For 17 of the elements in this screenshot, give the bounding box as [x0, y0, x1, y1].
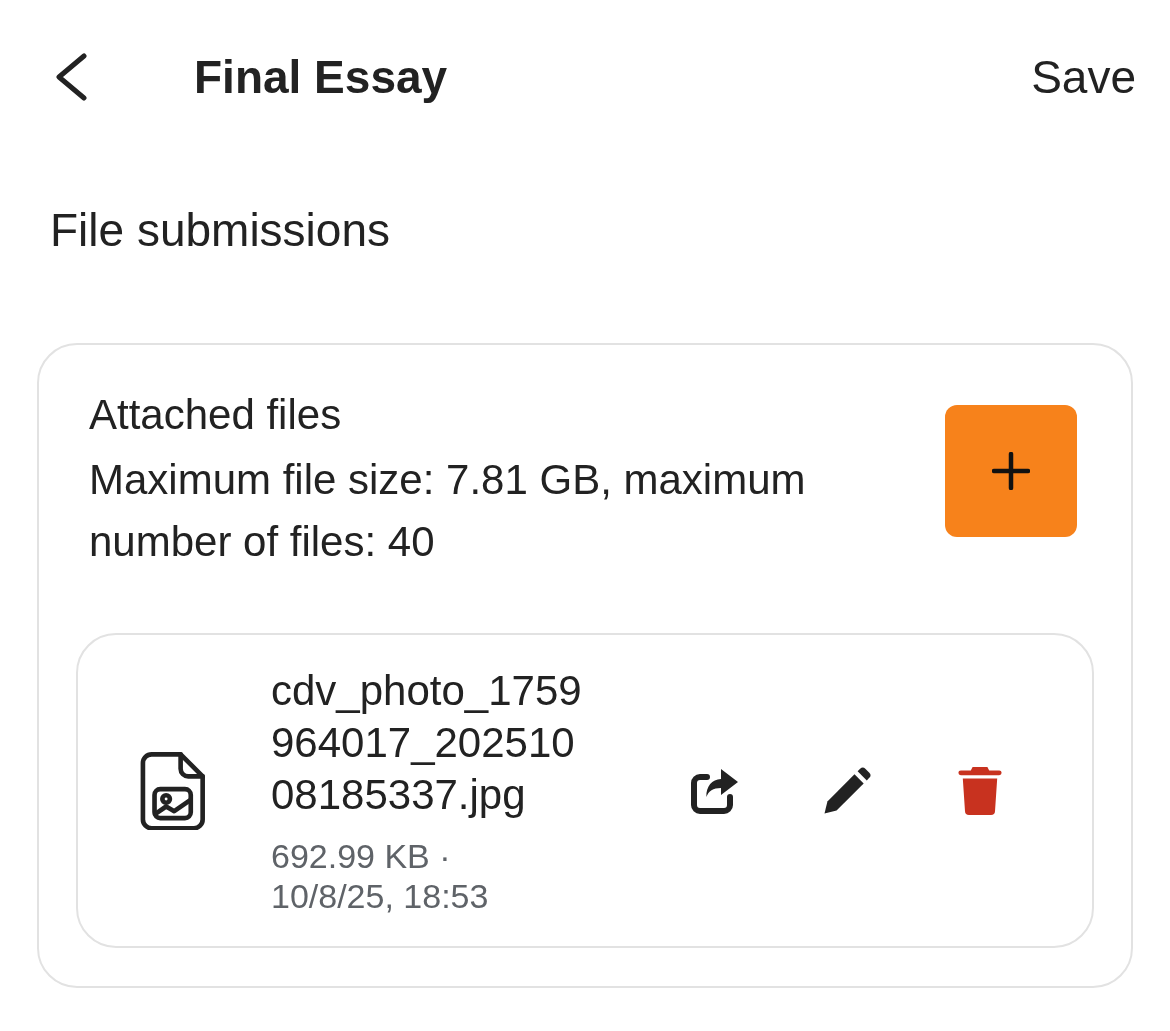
edit-button[interactable]	[822, 765, 872, 816]
plus-icon	[992, 452, 1030, 490]
section-title: File submissions	[50, 204, 390, 256]
save-button[interactable]: Save	[1031, 51, 1136, 103]
attachments-title: Attached files	[89, 390, 343, 440]
trash-icon	[958, 765, 1002, 816]
share-icon	[690, 766, 740, 815]
file-details: 692.99 KB · 10/8/25, 18:53	[271, 836, 490, 916]
share-button[interactable]	[690, 766, 740, 815]
file-name: cdv_photo_1759964017_20251008185337.jpg	[271, 666, 583, 820]
back-button[interactable]	[54, 53, 88, 101]
delete-button[interactable]	[958, 765, 1002, 816]
attachments-limits: Maximum file size: 7.81 GB, maximum number of files: 40	[89, 455, 807, 567]
back-chevron-icon	[54, 53, 88, 101]
page-title: Final Essay	[194, 51, 448, 103]
pencil-icon	[822, 765, 872, 816]
image-file-icon	[140, 751, 205, 830]
